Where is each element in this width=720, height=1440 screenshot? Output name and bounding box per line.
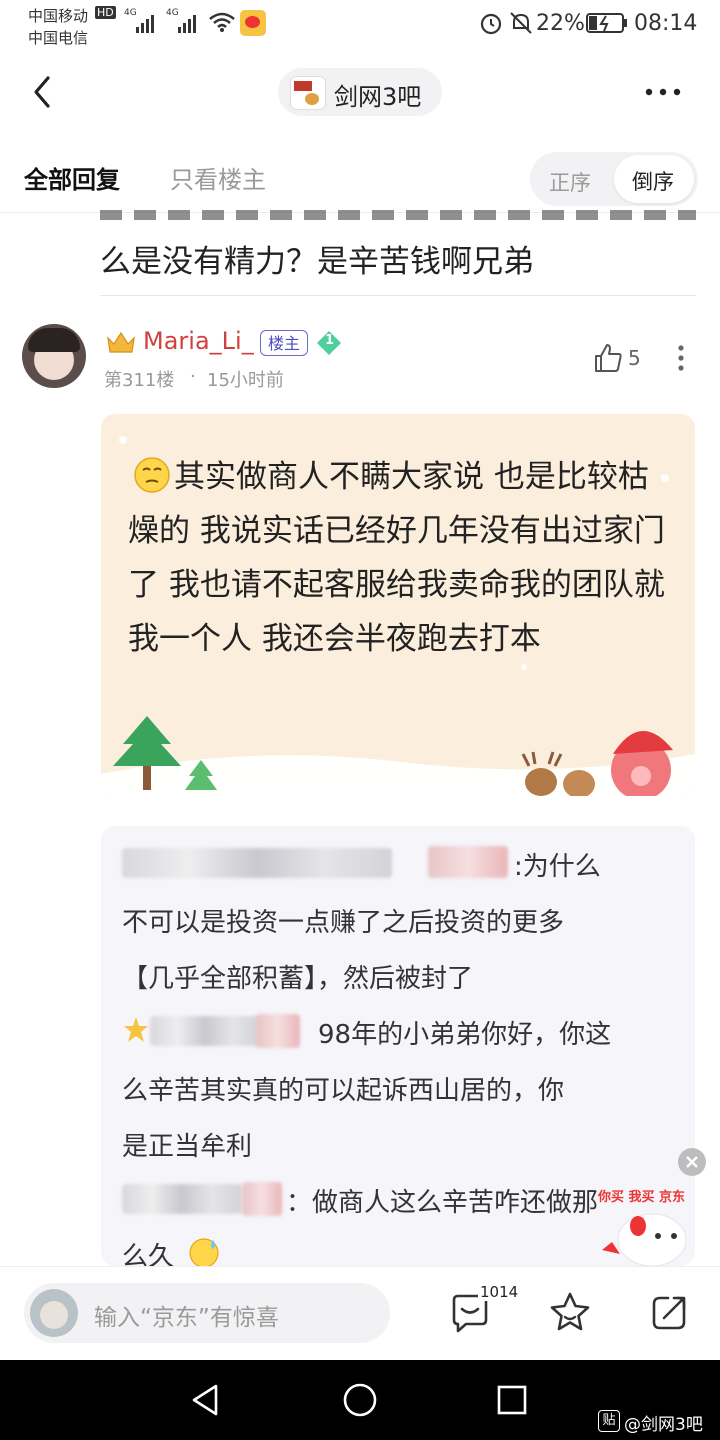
reply-text: 是正当牟利 (122, 1132, 253, 1162)
carrier-1: 中国移动 (28, 7, 89, 25)
ad-close-button[interactable] (678, 1148, 706, 1176)
sweat-emoji-icon (188, 1236, 220, 1266)
clock: 08:14 (634, 11, 698, 36)
more-options-button[interactable] (644, 86, 684, 98)
forum-name: 剑网3吧 (334, 83, 422, 111)
snow-decoration (119, 436, 127, 444)
reply-text: 【几乎全部积蓄】，然后被封了 (122, 964, 474, 994)
weibo-icon (240, 10, 266, 36)
level-number: 1 (325, 333, 335, 348)
redacted-username (122, 848, 392, 878)
redacted-username (122, 1184, 242, 1214)
reply-text: ：做商人这么辛苦咋还做那 (286, 1188, 599, 1218)
reply-text: 么辛苦其实真的可以起诉西山居的，你 (122, 1076, 565, 1106)
back-button[interactable] (28, 74, 58, 110)
crown-icon (107, 331, 135, 353)
carrier-2: 中国电信 (28, 29, 89, 47)
signal-icon (136, 15, 154, 33)
favorite-star-icon[interactable] (548, 1290, 592, 1334)
hd-badge: HD (95, 6, 116, 19)
like-count: 5 (628, 346, 641, 370)
battery-charging-icon (586, 13, 627, 33)
ad-text: 你买 我买 京东 (598, 1190, 686, 1205)
network-type-2: 4G (166, 8, 179, 18)
reply-text: :为什么 (514, 852, 601, 882)
cut-off-text-line (100, 210, 696, 222)
reply-text: 98年的小弟弟你好，你这 (318, 1020, 612, 1050)
tab-op-only[interactable]: 只看楼主 (170, 160, 266, 195)
mute-bell-icon (510, 12, 532, 34)
sort-desc-label: 倒序 (632, 170, 674, 194)
divider (100, 295, 696, 296)
battery-percent: 22% (536, 11, 585, 36)
user-avatar[interactable] (22, 324, 86, 388)
forum-avatar-icon (290, 76, 326, 110)
redacted-username (256, 1014, 300, 1048)
post-time: 15小时前 (207, 370, 284, 391)
floor-number: 第311楼 (104, 370, 175, 391)
watermark: @剑网3吧 (624, 1415, 703, 1435)
previous-reply-text: 么是没有精力？是辛苦钱啊兄弟 (100, 244, 534, 280)
jd-ad-banner[interactable]: 你买 我买 京东 (598, 1180, 698, 1267)
reply-text: 不可以是投资一点赚了之后投资的更多 (122, 908, 565, 938)
redacted-username (428, 846, 508, 878)
forum-title-pill[interactable]: 剑网3吧 (278, 68, 442, 116)
tab-all-replies[interactable]: 全部回复 (24, 160, 120, 195)
signal-icon (178, 15, 196, 33)
reply-input-placeholder: 输入“京东”有惊喜 (94, 1305, 279, 1331)
christmas-scene-decoration (101, 716, 695, 796)
wifi-icon (209, 12, 235, 32)
system-recents-button[interactable] (496, 1384, 528, 1416)
sort-desc-button[interactable]: 倒序 (614, 155, 694, 203)
op-badge: 楼主 (260, 330, 308, 356)
system-home-button[interactable] (340, 1380, 380, 1420)
post-body: 其实做商人不瞒大家说 也是比较枯燥的 我说实话已经好几年没有出过家门了 我也请不… (128, 450, 676, 666)
sort-asc-button[interactable]: 正序 (549, 167, 591, 197)
network-type-1: 4G (124, 8, 137, 18)
meta-separator: · (190, 366, 196, 387)
comment-count: 1014 (478, 1283, 521, 1301)
tieba-logo-icon: 贴 (598, 1410, 620, 1432)
redacted-username (242, 1182, 282, 1216)
my-avatar (30, 1289, 78, 1337)
post-menu-button[interactable] (676, 344, 686, 374)
alarm-icon (480, 13, 502, 35)
share-icon[interactable] (648, 1292, 690, 1334)
post-body-text: 其实做商人不瞒大家说 也是比较枯燥的 我说实话已经好几年没有出过家门了 我也请不… (128, 459, 665, 657)
level-diamond-icon: 1 (316, 330, 342, 356)
system-back-button[interactable] (188, 1382, 224, 1418)
redacted-username (150, 1016, 260, 1046)
reply-input[interactable]: 输入“京东”有惊喜 (24, 1283, 390, 1343)
username[interactable]: Maria_Li_ (143, 327, 254, 355)
like-button[interactable] (592, 342, 624, 374)
star-emoji-icon (122, 1014, 150, 1046)
